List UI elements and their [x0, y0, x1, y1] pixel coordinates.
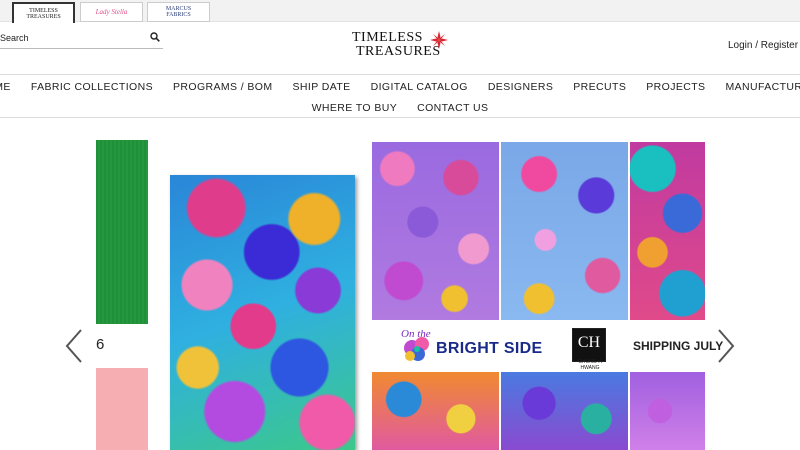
- search-input[interactable]: [0, 29, 145, 47]
- search-icon[interactable]: [150, 32, 160, 42]
- brand-bar: TIMELESS TREASURES Lady Stella MARCUS FABR…: [0, 0, 800, 23]
- star-flower-icon: [430, 31, 448, 49]
- fabric-tile-image[interactable]: [630, 142, 705, 320]
- nav-fabric-collections[interactable]: FABRIC COLLECTIONS: [31, 81, 153, 93]
- brand-tab-marcus-fabrics[interactable]: MARCUS FABRICS: [147, 2, 210, 22]
- fabric-panel-image[interactable]: [170, 175, 355, 450]
- main-nav: HOME FABRIC COLLECTIONS PROGRAMS / BOM S…: [0, 74, 800, 118]
- brand-tab-1-line2: TREASURES: [26, 13, 61, 20]
- nav-programs-bom[interactable]: PROGRAMS / BOM: [173, 81, 273, 93]
- designer-logo: CH: [572, 328, 606, 362]
- nav-digital-catalog[interactable]: DIGITAL CATALOG: [371, 81, 468, 93]
- nav-ship-date[interactable]: SHIP DATE: [293, 81, 351, 93]
- banner-title: BRIGHT SIDE: [436, 340, 543, 357]
- fabric-tile-image[interactable]: [501, 142, 628, 320]
- fabric-tile-image[interactable]: [372, 372, 499, 450]
- banner-script-text: On the: [401, 328, 431, 340]
- fabric-tile-image[interactable]: [501, 372, 628, 450]
- slide-number: 6: [96, 336, 105, 353]
- nav-home[interactable]: HOME: [0, 81, 11, 93]
- site-logo[interactable]: TIMELESS TREASURES: [350, 31, 450, 63]
- nav-projects[interactable]: PROJECTS: [646, 81, 705, 93]
- fabric-swatch-pink[interactable]: [96, 368, 148, 450]
- brand-tab-timeless-treasures[interactable]: TIMELESS TREASURES: [12, 2, 75, 23]
- fabric-tile-image[interactable]: [372, 142, 499, 320]
- search-box: [0, 28, 163, 49]
- shipping-text: SHIPPING JULY: [633, 339, 724, 353]
- brand-tab-3-line2: FABRICS: [166, 12, 191, 18]
- nav-row-2: WHERE TO BUY CONTACT US: [0, 102, 800, 114]
- nav-contact-us[interactable]: CONTACT US: [417, 102, 488, 114]
- nav-manufacturing[interactable]: MANUFACTURING: [725, 81, 800, 93]
- nav-designers[interactable]: DESIGNERS: [488, 81, 553, 93]
- nav-row-1: HOME FABRIC COLLECTIONS PROGRAMS / BOM S…: [0, 81, 800, 93]
- designer-name: CHONG-A HWANG: [578, 359, 602, 371]
- login-register-link[interactable]: Login / Register: [728, 40, 798, 51]
- nav-precuts[interactable]: PRECUTS: [573, 81, 626, 93]
- fabric-tile-image[interactable]: [630, 372, 705, 450]
- brand-tab-2-label: Lady Stella: [95, 8, 128, 16]
- brand-tab-lady-stella[interactable]: Lady Stella: [80, 2, 143, 22]
- slider-prev-arrow-icon[interactable]: [64, 328, 84, 364]
- nav-where-to-buy[interactable]: WHERE TO BUY: [312, 102, 398, 114]
- collection-banner[interactable]: On the BRIGHT SIDE CH CHONG-A HWANG SHIP…: [372, 322, 723, 371]
- fabric-swatch-green[interactable]: [96, 140, 148, 324]
